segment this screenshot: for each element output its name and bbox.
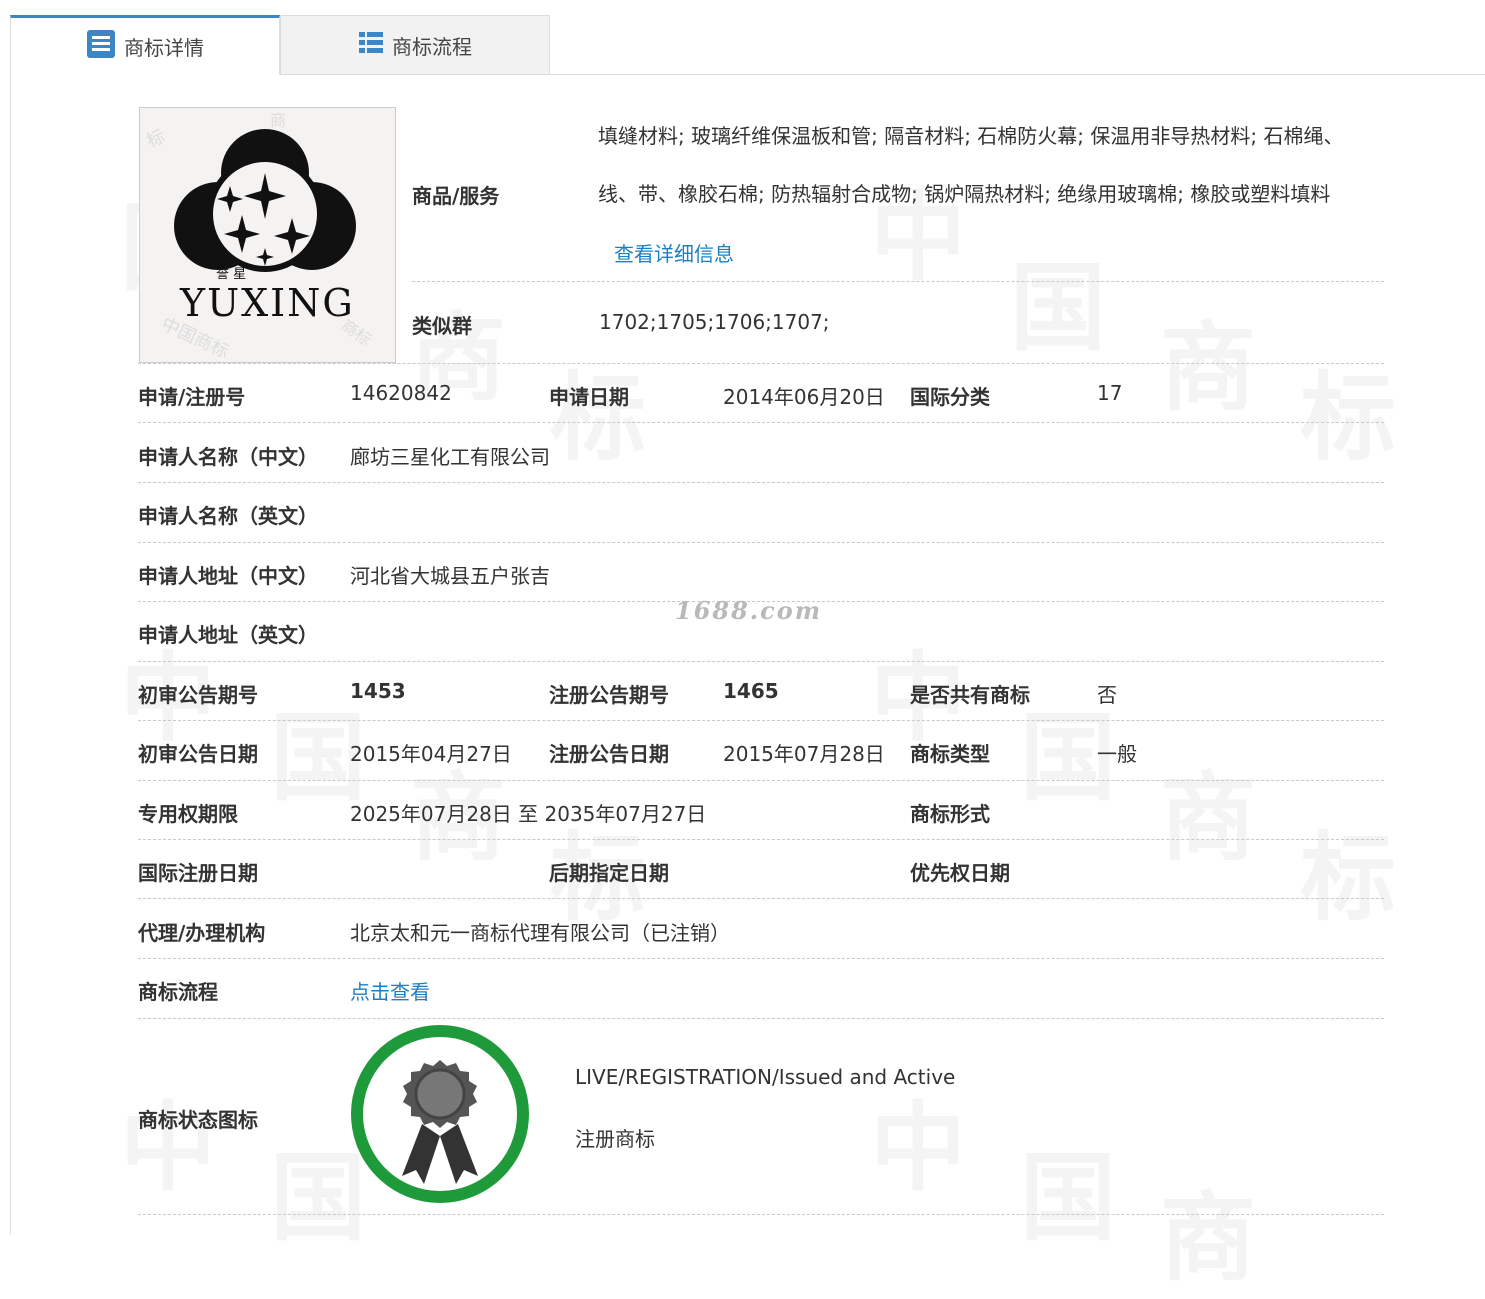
row-divider [138, 422, 1384, 423]
applicant-name-cn-label: 申请人名称（中文） [138, 445, 318, 469]
row-divider [412, 281, 1384, 282]
site-watermark: 1688.com [675, 596, 823, 625]
tab-label: 商标流程 [392, 34, 472, 59]
svg-text:商: 商 [270, 111, 286, 130]
mark-type-label: 商标类型 [910, 742, 990, 766]
goods-services-label: 商品/服务 [412, 184, 500, 208]
apply-date-value: 2014年06月20日 [723, 385, 885, 409]
status-en-text: LIVE/REGISTRATION/Issued and Active [575, 1065, 956, 1089]
applicant-addr-cn-value: 河北省大城县五户张吉 [350, 564, 550, 588]
tab-bar: 商标详情 商标流程 [10, 15, 550, 75]
tab-trademark-details[interactable]: 商标详情 [10, 15, 280, 75]
similar-group-label: 类似群 [412, 314, 472, 338]
goods-line-1: 填缝材料; 玻璃纤维保温板和管; 隔音材料; 石棉防火幕; 保温用非导热材料; … [598, 124, 1344, 148]
trademark-logo-image: 标 商 中国商标 商标 誉 星 YUXING [139, 107, 396, 363]
row-divider [138, 898, 1384, 899]
row-divider [138, 482, 1384, 483]
shared-mark-label: 是否共有商标 [910, 683, 1030, 707]
list-icon [86, 29, 116, 64]
row-divider [138, 958, 1384, 959]
applicant-addr-en-label: 申请人地址（英文） [138, 623, 318, 647]
tab-trademark-process[interactable]: 商标流程 [280, 15, 550, 74]
tab-divider [280, 74, 1485, 75]
award-ribbon-icon [350, 1024, 530, 1204]
similar-group-value: 1702;1705;1706;1707; [599, 310, 830, 334]
row-divider [138, 363, 1384, 364]
view-details-link[interactable]: 查看详细信息 [614, 238, 734, 267]
prelim-pub-date-label: 初审公告日期 [138, 742, 258, 766]
logo-chars: 誉 星 [216, 267, 246, 282]
applicant-name-en-label: 申请人名称（英文） [138, 504, 318, 528]
prelim-pub-no-value: 1453 [350, 679, 406, 703]
tab-label: 商标详情 [124, 36, 204, 60]
applicant-name-cn-value: 廊坊三星化工有限公司 [350, 445, 550, 469]
row-divider [138, 542, 1384, 543]
intl-class-label: 国际分类 [910, 385, 990, 409]
mark-type-value: 一般 [1097, 742, 1137, 766]
row-divider [138, 839, 1384, 840]
intl-reg-date-label: 国际注册日期 [138, 861, 258, 885]
goods-line-2: 线、带、橡胶石棉; 防热辐射合成物; 锅炉隔热材料; 绝缘用玻璃棉; 橡胶或塑料… [598, 182, 1331, 206]
priority-date-label: 优先权日期 [910, 861, 1010, 885]
status-cn-text: 注册商标 [575, 1127, 655, 1151]
rights-period-label: 专用权期限 [138, 802, 238, 826]
agent-value: 北京太和元一商标代理有限公司（已注销） [350, 921, 730, 945]
reg-no-value: 14620842 [350, 381, 452, 405]
rights-period-value: 2025年07月28日 至 2035年07月27日 [350, 802, 707, 826]
later-designation-date-label: 后期指定日期 [549, 861, 669, 885]
reg-pub-no-value: 1465 [723, 679, 779, 703]
mark-form-label: 商标形式 [910, 802, 990, 826]
flow-label: 商标流程 [138, 980, 218, 1004]
logo-text: YUXING [179, 281, 355, 325]
row-divider [138, 720, 1384, 721]
intl-class-value: 17 [1097, 381, 1123, 405]
reg-pub-date-value: 2015年07月28日 [723, 742, 885, 766]
row-divider [138, 1018, 1384, 1019]
row-divider [138, 661, 1384, 662]
grid-list-icon [358, 30, 384, 61]
goods-services-value: 填缝材料; 玻璃纤维保温板和管; 隔音材料; 石棉防火幕; 保温用非导热材料; … [598, 116, 1388, 214]
status-icon-label: 商标状态图标 [138, 1108, 258, 1132]
apply-date-label: 申请日期 [549, 385, 629, 409]
reg-no-label: 申请/注册号 [138, 385, 246, 409]
agent-label: 代理/办理机构 [138, 921, 266, 945]
row-divider [138, 1214, 1384, 1215]
view-flow-link[interactable]: 点击查看 [350, 976, 430, 1005]
row-divider [138, 780, 1384, 781]
reg-pub-no-label: 注册公告期号 [549, 683, 669, 707]
prelim-pub-date-value: 2015年04月27日 [350, 742, 512, 766]
reg-pub-date-label: 注册公告日期 [549, 742, 669, 766]
prelim-pub-no-label: 初审公告期号 [138, 683, 258, 707]
applicant-addr-cn-label: 申请人地址（中文） [138, 564, 318, 588]
shared-mark-value: 否 [1097, 683, 1117, 707]
